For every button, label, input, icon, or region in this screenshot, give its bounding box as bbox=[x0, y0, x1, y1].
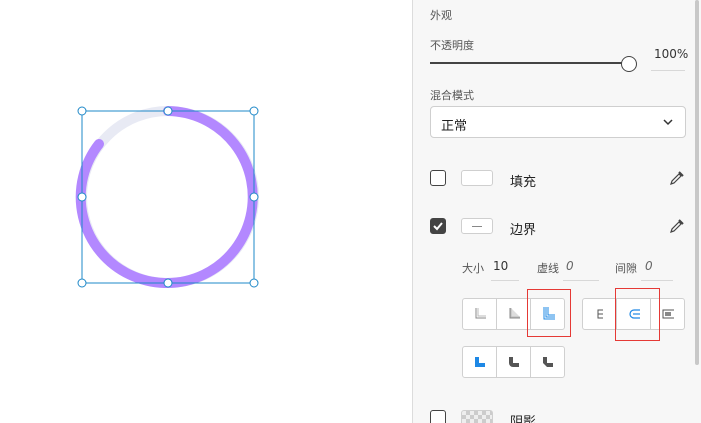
fill-color-swatch[interactable] bbox=[461, 170, 493, 186]
blend-mode-value: 正常 bbox=[441, 119, 468, 134]
handle-top-left[interactable] bbox=[77, 106, 87, 116]
stroke-inner-button[interactable] bbox=[463, 299, 497, 329]
handle-bottom-left[interactable] bbox=[77, 278, 87, 288]
panel-scrollbar[interactable] bbox=[695, 0, 699, 365]
shadow-label: 阴影 bbox=[510, 415, 537, 423]
eyedropper-icon[interactable] bbox=[669, 170, 685, 186]
border-size-label: 大小 bbox=[462, 262, 484, 275]
border-dash-value[interactable]: 0 bbox=[566, 259, 574, 273]
stroke-inner-icon bbox=[475, 308, 486, 319]
fill-checkbox[interactable] bbox=[430, 170, 446, 186]
eyedropper-icon[interactable] bbox=[669, 218, 685, 234]
border-swatch-line bbox=[472, 226, 482, 227]
design-canvas[interactable] bbox=[0, 0, 412, 423]
handle-bottom-right[interactable] bbox=[249, 278, 259, 288]
border-checkbox[interactable] bbox=[430, 218, 446, 234]
stroke-center-button[interactable] bbox=[497, 299, 531, 329]
join-miter-icon bbox=[475, 357, 485, 367]
highlight-box-stroke-outer bbox=[527, 289, 571, 337]
border-dash-underline bbox=[563, 280, 599, 281]
chevron-down-icon bbox=[663, 119, 673, 126]
join-bevel-icon bbox=[543, 357, 553, 367]
stroke-center-icon bbox=[509, 308, 520, 319]
handle-bottom[interactable] bbox=[163, 278, 173, 288]
opacity-value[interactable]: 100% bbox=[654, 47, 688, 61]
cap-square-icon bbox=[662, 309, 674, 319]
opacity-label: 不透明度 bbox=[430, 39, 474, 52]
join-round-button[interactable] bbox=[497, 347, 531, 377]
handle-top[interactable] bbox=[163, 106, 173, 116]
opacity-slider-track[interactable] bbox=[430, 62, 622, 64]
blend-mode-select[interactable]: 正常 bbox=[430, 106, 686, 138]
fill-label: 填充 bbox=[510, 175, 537, 190]
handle-right[interactable] bbox=[249, 192, 259, 202]
border-label: 边界 bbox=[510, 223, 537, 238]
border-gap-underline bbox=[641, 280, 673, 281]
cap-butt-button[interactable] bbox=[583, 299, 617, 329]
properties-panel: 外观 不透明度 100% 混合模式 正常 填充 边界 大小 10 虚线 0 间隙… bbox=[412, 0, 701, 423]
border-gap-value[interactable]: 0 bbox=[645, 259, 653, 273]
canvas-artwork bbox=[75, 106, 259, 288]
opacity-slider-handle[interactable] bbox=[621, 56, 637, 72]
border-dash-label: 虚线 bbox=[537, 262, 559, 275]
shadow-color-swatch[interactable] bbox=[461, 410, 493, 423]
join-bevel-button[interactable] bbox=[531, 347, 565, 377]
section-title-appearance: 外观 bbox=[430, 9, 452, 22]
border-size-value[interactable]: 10 bbox=[493, 259, 508, 273]
handle-left[interactable] bbox=[77, 192, 87, 202]
border-color-swatch[interactable] bbox=[461, 218, 493, 234]
blend-mode-label: 混合模式 bbox=[430, 89, 474, 102]
cap-butt-icon bbox=[597, 309, 603, 319]
checkmark-icon bbox=[433, 222, 443, 231]
handle-top-right[interactable] bbox=[249, 106, 259, 116]
stroke-join-group bbox=[462, 346, 565, 378]
border-size-underline bbox=[491, 280, 519, 281]
join-round-icon bbox=[509, 357, 519, 367]
opacity-value-underline bbox=[651, 70, 685, 71]
highlight-box-cap-round bbox=[615, 288, 660, 341]
join-miter-button[interactable] bbox=[463, 347, 497, 377]
border-gap-label: 间隙 bbox=[615, 262, 637, 275]
shadow-checkbox[interactable] bbox=[430, 410, 446, 423]
